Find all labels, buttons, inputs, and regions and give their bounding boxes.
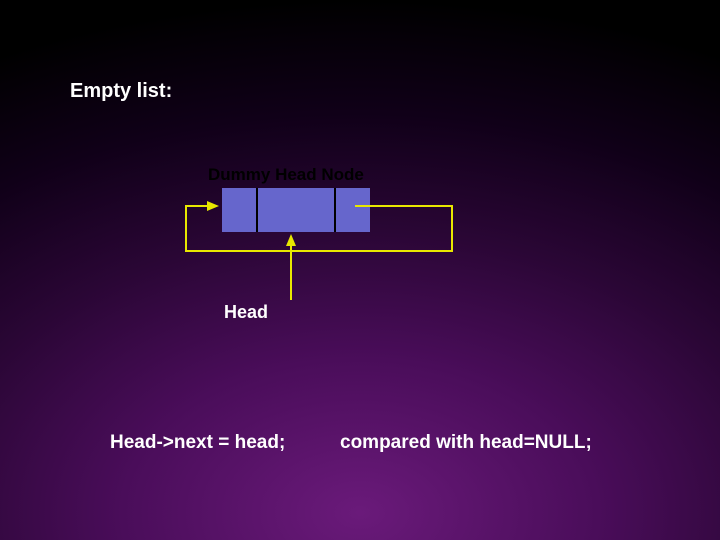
loop-line (185, 205, 209, 207)
code-compare: compared with head=NULL; (340, 432, 592, 454)
slide-title: Empty list: (70, 80, 172, 103)
head-pointer-arrowhead-icon (286, 234, 296, 246)
code-head-next: Head->next = head; (110, 432, 285, 454)
loop-line (355, 205, 453, 207)
dummy-head-node (222, 188, 370, 232)
head-pointer-label: Head (224, 302, 268, 323)
node-divider (256, 188, 258, 232)
slide-stage: Empty list: Dummy Head Node Head Head->n… (0, 0, 720, 540)
loop-line (451, 205, 453, 252)
loop-line (185, 250, 453, 252)
head-pointer-line (290, 245, 292, 300)
node-divider (334, 188, 336, 232)
loop-line (185, 205, 187, 252)
dummy-head-node-label: Dummy Head Node (208, 165, 364, 185)
loop-arrowhead-icon (207, 201, 219, 211)
